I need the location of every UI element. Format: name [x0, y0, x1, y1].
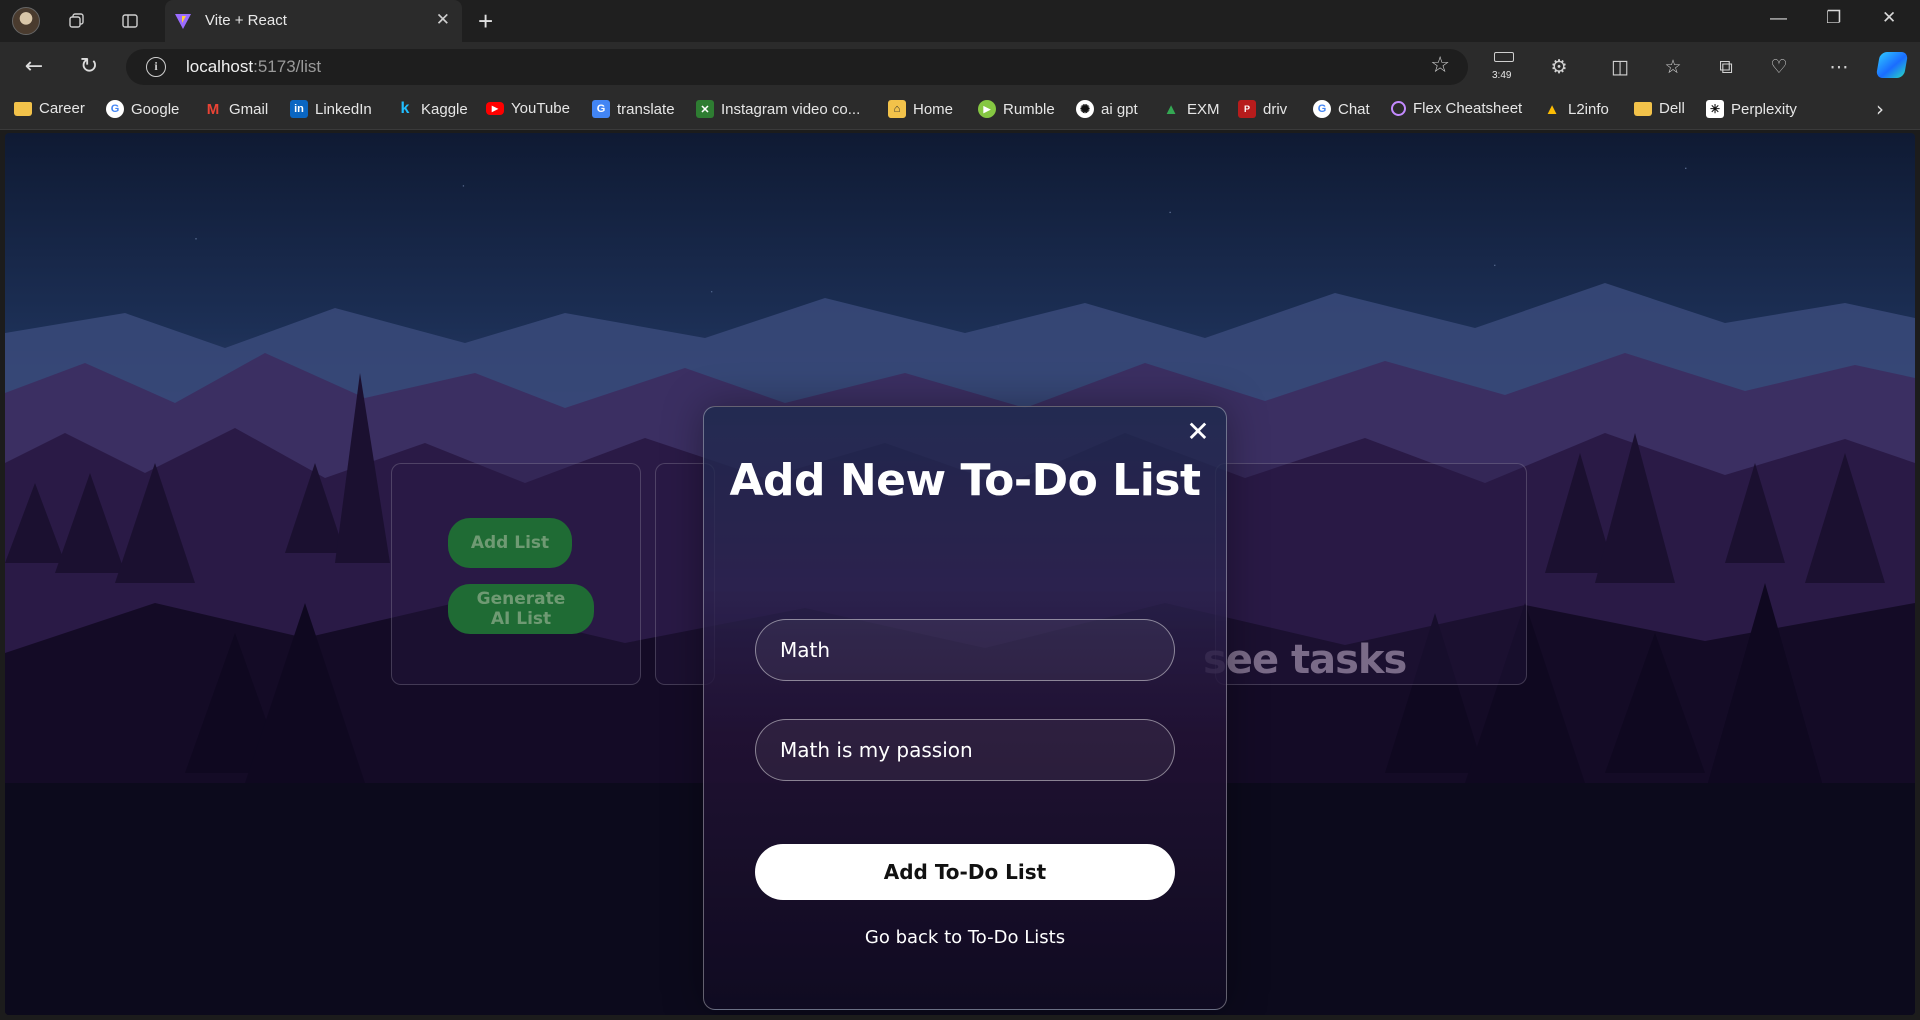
instagram-video-icon: ✕ [696, 100, 714, 118]
bookmark-exm[interactable]: ▲ EXM [1162, 100, 1220, 118]
bookmark-translate[interactable]: Gtranslate [592, 100, 675, 118]
minimize-icon[interactable]: — [1770, 8, 1787, 28]
bookmark-l2info[interactable]: ▲ L2info [1543, 100, 1609, 118]
profile-avatar[interactable] [12, 7, 40, 35]
driv-icon: P [1238, 100, 1256, 118]
bookmark-gmail[interactable]: M Gmail [204, 100, 268, 118]
gmail-icon: M [206, 100, 220, 118]
list-name-input[interactable] [755, 619, 1175, 681]
home-icon: ⌂ [888, 100, 906, 118]
add-list-button[interactable]: Add List [448, 518, 572, 568]
new-tab-icon[interactable]: + [478, 6, 493, 37]
url-text[interactable]: localhost:5173/list [186, 57, 321, 77]
circle-icon [1391, 101, 1406, 116]
bookmark-rumble[interactable]: ▶ Rumble [978, 100, 1055, 118]
translate-icon: G [592, 100, 610, 118]
bookmark-home[interactable]: ⌂ Home [888, 100, 953, 118]
favorites-icon[interactable]: ☆ [1660, 54, 1686, 80]
tab-title: Vite + React [205, 12, 287, 29]
add-todo-modal: ✕ Add New To-Do List Add To-Do List Go b… [703, 406, 1227, 1010]
copilot-icon[interactable] [1875, 52, 1909, 78]
google-icon: G [106, 100, 124, 118]
restore-icon[interactable]: ❐ [1826, 8, 1841, 28]
bookmark-flex-cheatsheet[interactable]: Flex Cheatsheet [1391, 100, 1522, 117]
add-todo-list-button[interactable]: Add To-Do List [755, 844, 1175, 900]
active-tab[interactable]: Vite + React ✕ [165, 0, 462, 42]
bookmark-kaggle[interactable]: k Kaggle [396, 100, 468, 118]
modal-title: Add New To-Do List [729, 455, 1201, 506]
tasks-card-heading: see tasks [1203, 637, 1407, 683]
address-bar[interactable]: i localhost:5173/list ☆ [126, 49, 1468, 85]
kaggle-icon: k [400, 100, 410, 117]
list-actions-card: Add List Generate AI List [391, 463, 641, 685]
generate-ai-list-button[interactable]: Generate AI List [448, 584, 594, 634]
bookmark-linkedin[interactable]: in LinkedIn [290, 100, 372, 118]
battery-icon [1494, 52, 1514, 62]
bookmark-dell[interactable]: Dell [1634, 100, 1685, 117]
bookmark-youtube[interactable]: ▶ YouTube [486, 100, 570, 117]
back-arrow-icon[interactable]: ← [20, 52, 48, 80]
chevron-right-icon[interactable]: › [1876, 97, 1884, 121]
favorite-star-icon[interactable]: ☆ [1430, 53, 1450, 78]
close-window-icon[interactable]: ✕ [1882, 8, 1896, 28]
workspaces-icon[interactable] [65, 9, 89, 33]
folder-icon [14, 101, 32, 116]
bookmark-instagram-video[interactable]: ✕ Instagram video co... [696, 100, 860, 118]
reload-icon[interactable]: ↻ [75, 52, 103, 80]
tab-bar: Vite + React ✕ + — ❐ ✕ [0, 0, 1920, 42]
close-tab-icon[interactable]: ✕ [436, 10, 450, 30]
tab-actions-icon[interactable] [118, 9, 142, 33]
collections-icon[interactable]: ⧉ [1713, 54, 1739, 80]
rumble-icon: ▶ [978, 100, 996, 118]
go-back-link[interactable]: Go back to To-Do Lists [704, 927, 1226, 948]
bookmark-google[interactable]: G Google [106, 100, 179, 118]
browser-essentials-icon[interactable]: ♡ [1766, 54, 1792, 80]
bookmark-perplexity[interactable]: ✳ Perplexity [1706, 100, 1797, 118]
google-icon: G [1313, 100, 1331, 118]
extensions-icon[interactable]: ⚙ [1546, 54, 1572, 80]
drive-icon: ▲ [1163, 100, 1179, 118]
list-description-input[interactable] [755, 719, 1175, 781]
site-info-icon[interactable]: i [146, 57, 166, 77]
battery-time: 3:49 [1492, 70, 1512, 81]
folder-icon [1634, 101, 1652, 116]
openai-icon: ✺ [1076, 100, 1094, 118]
page-viewport: Add List Generate AI List see tasks ✕ Ad… [5, 133, 1915, 1015]
perplexity-icon: ✳ [1706, 100, 1724, 118]
bookmark-career[interactable]: Career [14, 100, 85, 117]
bookmark-chat[interactable]: G Chat [1313, 100, 1370, 118]
close-icon[interactable]: ✕ [1184, 418, 1212, 447]
linkedin-icon: in [290, 100, 308, 118]
browser-toolbar: ← ↻ i localhost:5173/list ☆ ⚙ ◫ ☆ ⧉ ♡ ⋯ [0, 42, 1920, 91]
bookmarks-bar: Career G Google M Gmail in LinkedIn k Kaggle… [0, 91, 1920, 130]
more-menu-icon[interactable]: ⋯ [1826, 54, 1852, 80]
bookmark-ai-gpt[interactable]: ✺ ai gpt [1076, 100, 1138, 118]
drive-icon: ▲ [1544, 100, 1560, 118]
bookmark-driv[interactable]: Pdriv [1238, 100, 1287, 118]
split-screen-icon[interactable]: ◫ [1607, 54, 1633, 80]
youtube-icon: ▶ [486, 102, 504, 115]
vite-icon [175, 14, 191, 29]
